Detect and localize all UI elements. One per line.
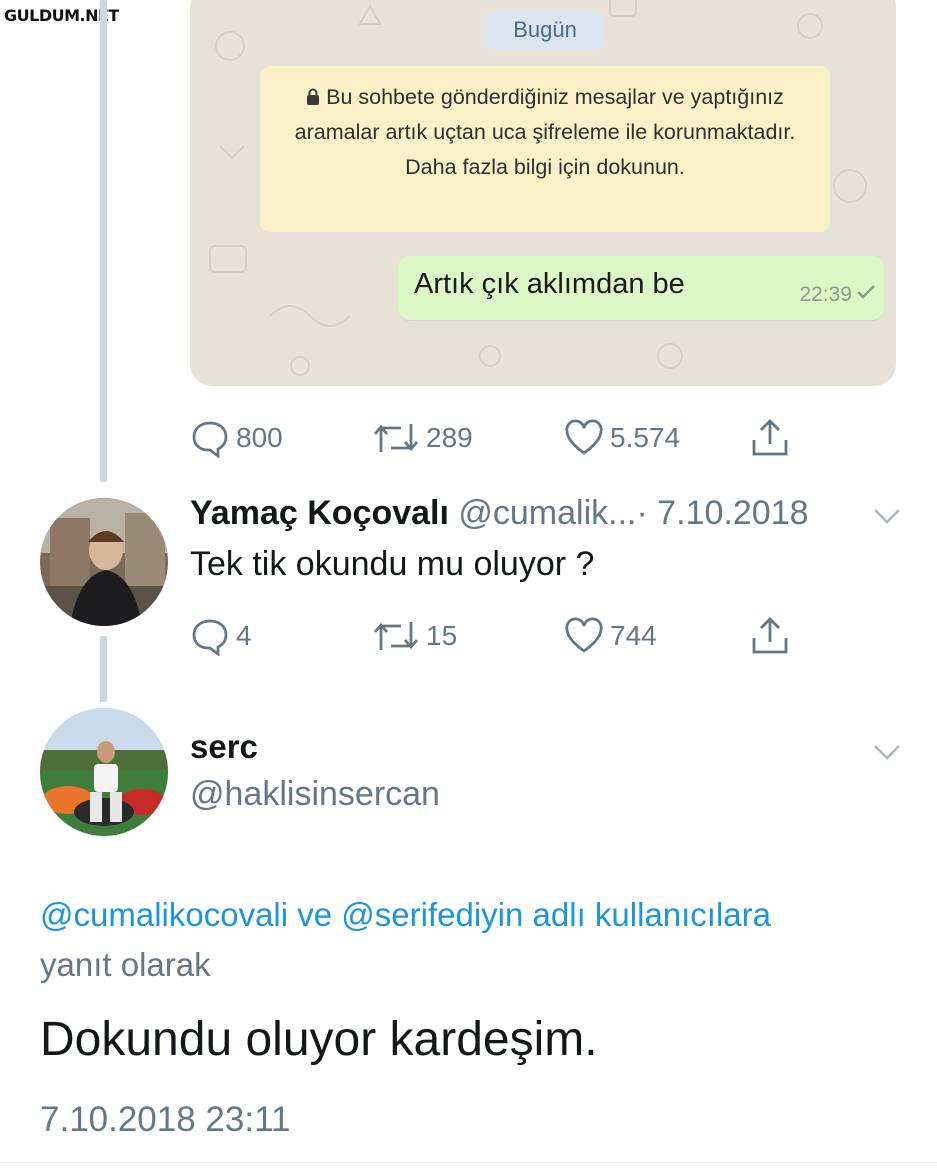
retweet-count: 15	[426, 620, 458, 651]
reply-count: 4	[236, 620, 252, 651]
reply-tweet-text: Tek tik okundu mu oluyor ?	[190, 545, 595, 583]
avatar-yamac[interactable]	[40, 498, 168, 626]
chevron-down-icon[interactable]	[872, 506, 902, 526]
author-name[interactable]: serc	[190, 728, 258, 766]
retweet-count: 289	[426, 422, 473, 453]
message-time: 22:39	[799, 283, 852, 306]
avatar-serc[interactable]	[40, 708, 168, 836]
thread-line-bottom	[100, 636, 107, 702]
heart-icon	[565, 617, 603, 653]
mention-connector[interactable]: ve	[297, 896, 332, 933]
message-text: Artık çık aklımdan be	[414, 268, 685, 300]
author-handle[interactable]: @haklisinsercan	[190, 775, 440, 814]
mention-cumalikocovali[interactable]: @cumalikocovali	[40, 896, 288, 933]
reply-users-link[interactable]: adlı kullanıcılara	[533, 896, 771, 933]
single-check-icon	[857, 285, 875, 299]
share-action[interactable]	[750, 418, 790, 458]
avatar-photo	[40, 708, 168, 836]
retweet-icon	[373, 622, 419, 650]
retweet-action[interactable]: 15	[372, 616, 457, 656]
reply-icon	[192, 619, 228, 656]
reply-count: 800	[236, 422, 283, 453]
lock-icon	[307, 88, 320, 105]
like-count: 5.574	[610, 422, 681, 453]
chat-date-label: Bugün	[486, 10, 604, 50]
outgoing-message-bubble[interactable]: Artık çık aklımdan be 22:39	[398, 256, 884, 320]
retweet-icon	[373, 424, 419, 452]
like-action[interactable]: 5.574	[564, 418, 680, 458]
like-action[interactable]: 744	[564, 616, 657, 656]
mention-serifediyin[interactable]: @serifediyin	[341, 896, 523, 933]
reply-suffix: yanıt olarak	[40, 946, 211, 983]
encryption-notice[interactable]: Bu sohbete gönderdiğiniz mesajlar ve yap…	[260, 66, 830, 232]
like-count: 744	[610, 620, 657, 651]
avatar-photo	[40, 498, 168, 626]
reply-date[interactable]: · 7.10.2018	[636, 494, 808, 532]
share-icon	[752, 419, 788, 456]
replying-to-context: @cumalikocovali ve @serifediyin adlı kul…	[40, 890, 920, 990]
tweet-text: Dokundu oluyor kardeşim.	[40, 1013, 598, 1066]
reply-tweet-header: Yamaç Koçovalı @cumalik...· 7.10.2018	[190, 494, 809, 533]
reply-icon	[192, 421, 228, 458]
share-action[interactable]	[750, 616, 790, 656]
thread-line-top	[100, 0, 107, 482]
tweet-timestamp[interactable]: 7.10.2018 23:11	[40, 1100, 290, 1140]
share-icon	[752, 617, 788, 654]
chevron-down-icon[interactable]	[872, 742, 902, 762]
reply-action[interactable]: 800	[190, 418, 283, 458]
reply-author-name[interactable]: Yamaç Koçovalı	[190, 494, 449, 532]
encryption-notice-text: Bu sohbete gönderdiğiniz mesajlar ve yap…	[294, 85, 796, 179]
reply-author-handle[interactable]: @cumalik...	[458, 494, 636, 532]
reply-action[interactable]: 4	[190, 616, 252, 656]
divider	[0, 1162, 937, 1163]
whatsapp-screenshot[interactable]: Bugün Bu sohbete gönderdiğiniz mesajlar …	[190, 0, 896, 386]
retweet-action[interactable]: 289	[372, 418, 473, 458]
heart-icon	[565, 419, 603, 455]
